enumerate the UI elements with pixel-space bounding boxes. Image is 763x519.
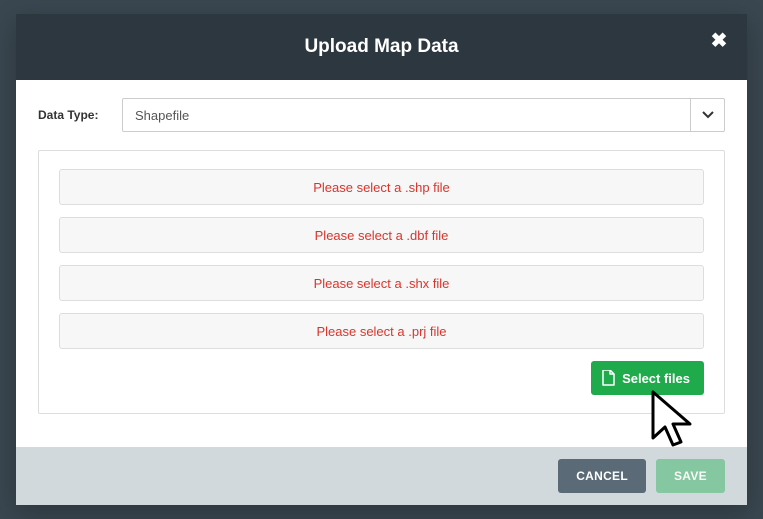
data-type-label: Data Type: bbox=[38, 108, 108, 122]
select-files-row: Select files bbox=[59, 361, 704, 395]
save-button[interactable]: SAVE bbox=[656, 459, 725, 493]
upload-modal: Upload Map Data ✖ Data Type: Shapefile P… bbox=[16, 14, 747, 505]
file-panel: Please select a .shp file Please select … bbox=[38, 150, 725, 414]
data-type-value: Shapefile bbox=[123, 108, 690, 123]
file-slot-text: Please select a .dbf file bbox=[315, 228, 449, 243]
data-type-select[interactable]: Shapefile bbox=[122, 98, 725, 132]
file-slot-text: Please select a .shx file bbox=[314, 276, 450, 291]
file-slot-shp[interactable]: Please select a .shp file bbox=[59, 169, 704, 205]
file-icon bbox=[601, 370, 615, 386]
file-slot-text: Please select a .prj file bbox=[316, 324, 446, 339]
file-slot-prj[interactable]: Please select a .prj file bbox=[59, 313, 704, 349]
file-slot-dbf[interactable]: Please select a .dbf file bbox=[59, 217, 704, 253]
close-icon[interactable]: ✖ bbox=[707, 28, 731, 52]
cancel-button[interactable]: CANCEL bbox=[558, 459, 646, 493]
select-files-button[interactable]: Select files bbox=[591, 361, 704, 395]
chevron-down-icon bbox=[690, 99, 724, 131]
select-files-label: Select files bbox=[622, 371, 690, 386]
file-slot-text: Please select a .shp file bbox=[313, 180, 450, 195]
modal-title: Upload Map Data bbox=[304, 36, 458, 58]
modal-body: Data Type: Shapefile Please select a .sh… bbox=[16, 80, 747, 447]
modal-footer: CANCEL SAVE bbox=[16, 447, 747, 505]
data-type-row: Data Type: Shapefile bbox=[38, 98, 725, 132]
file-slot-shx[interactable]: Please select a .shx file bbox=[59, 265, 704, 301]
modal-header: Upload Map Data ✖ bbox=[16, 14, 747, 80]
